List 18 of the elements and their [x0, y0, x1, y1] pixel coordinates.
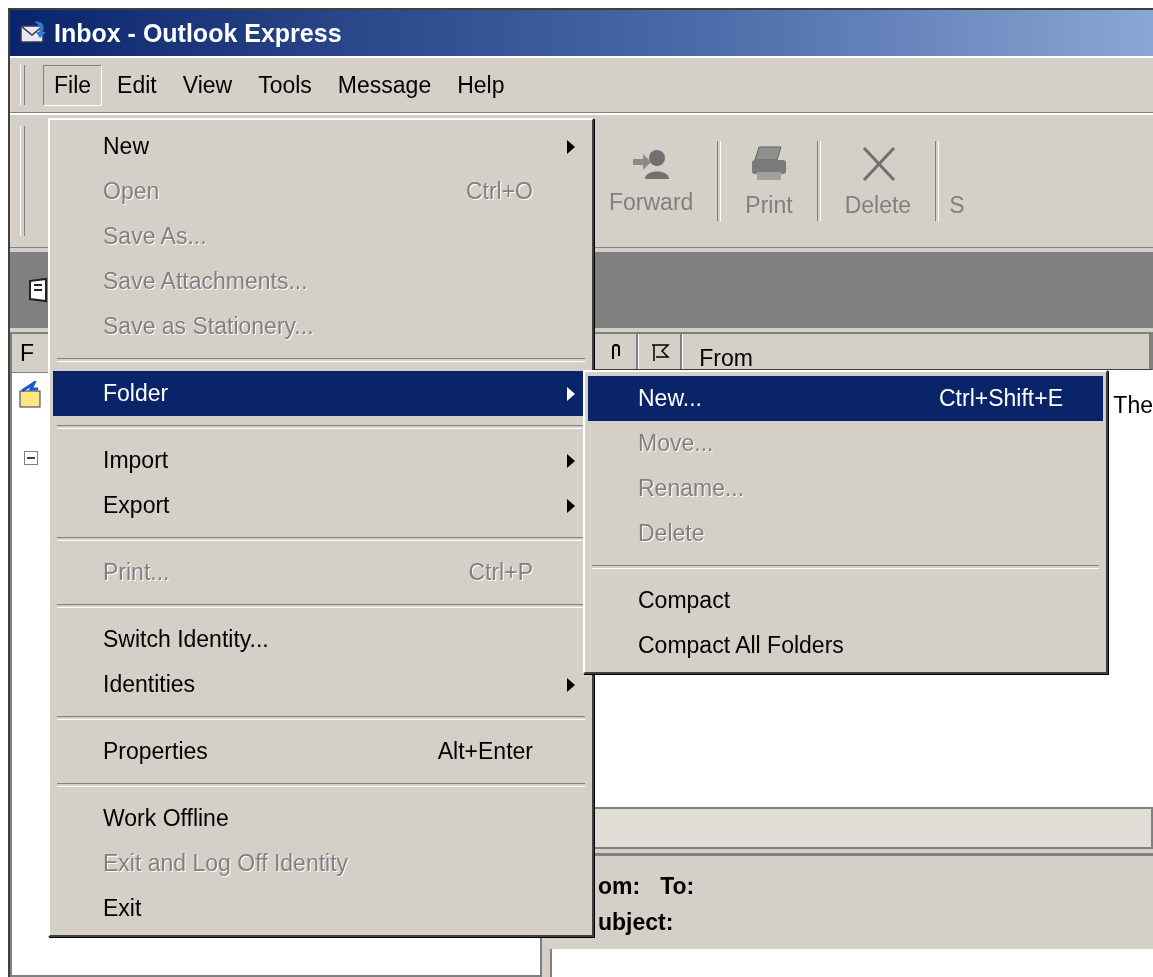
- menu-bar-item[interactable]: Message: [326, 64, 443, 106]
- window-title: Inbox - Outlook Express: [54, 18, 342, 48]
- menu-item[interactable]: Work Offline: [53, 796, 589, 841]
- menu-item[interactable]: Properties Alt+Enter: [53, 729, 589, 774]
- menu-bar-item[interactable]: Tools: [247, 64, 323, 106]
- menu-item[interactable]: New... Ctrl+Shift+E: [588, 376, 1103, 421]
- field-label: ubject:: [598, 908, 674, 937]
- menu-bar-item[interactable]: View: [171, 64, 244, 106]
- menu-bar-item[interactable]: Edit: [106, 64, 168, 106]
- menu-item[interactable]: Compact All Folders: [588, 623, 1103, 668]
- field-label: To:: [660, 872, 695, 901]
- menu-bar-item[interactable]: File: [43, 64, 103, 106]
- field-label: om:: [598, 872, 641, 901]
- menu-item[interactable]: Exit: [53, 886, 589, 931]
- menu-bar-item[interactable]: Help: [446, 64, 516, 106]
- table-cell-text: The: [1113, 392, 1153, 420]
- menu-item[interactable]: Compact: [588, 578, 1103, 623]
- menu-item[interactable]: Identities: [53, 662, 589, 707]
